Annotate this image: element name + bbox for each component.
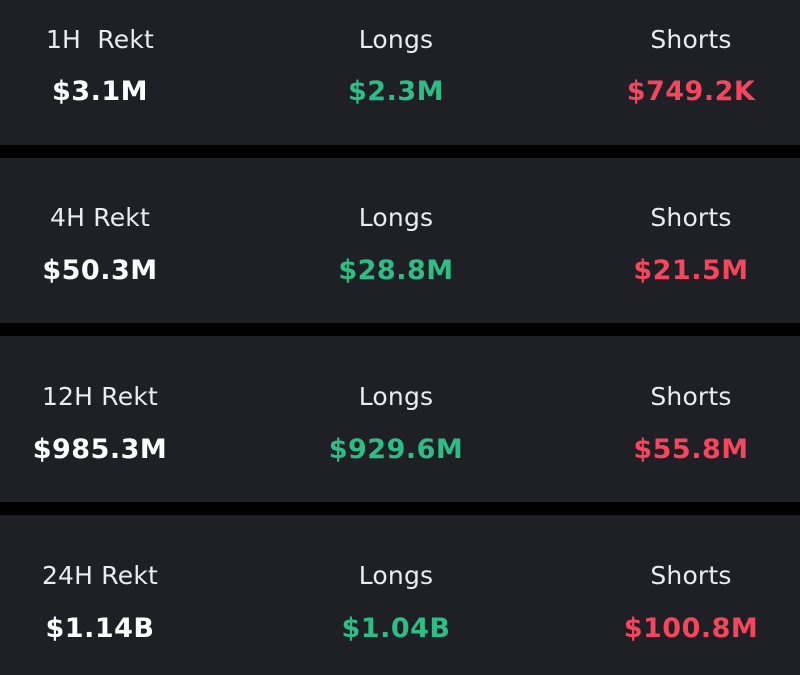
liquidation-panel-1h: 1H Rekt $3.1M Longs $2.3M Shorts $749.2K (0, 0, 800, 145)
liquidation-panel-12h: 12H Rekt $985.3M Longs $929.6M Shorts $5… (0, 336, 800, 502)
period-label: 4H Rekt (50, 203, 150, 232)
shorts-label: Shorts (650, 25, 732, 54)
shorts-value: $749.2K (626, 76, 756, 107)
shorts-value: $55.8M (633, 434, 749, 465)
period-label: 12H Rekt (41, 382, 159, 411)
shorts-value: $100.8M (623, 613, 759, 644)
longs-value: $929.6M (328, 434, 464, 465)
longs-label: Longs (358, 203, 434, 232)
shorts-label: Shorts (650, 203, 732, 232)
shorts-value: $21.5M (633, 255, 749, 286)
longs-label: Longs (358, 25, 434, 54)
liquidation-panel-24h: 24H Rekt $1.14B Longs $1.04B Shorts $100… (0, 515, 800, 675)
shorts-label: Shorts (650, 382, 732, 411)
longs-label: Longs (358, 561, 434, 590)
longs-value: $28.8M (338, 255, 454, 286)
longs-label: Longs (358, 382, 434, 411)
liquidation-panel-4h: 4H Rekt $50.3M Longs $28.8M Shorts $21.5… (0, 158, 800, 323)
total-rekt-value: $50.3M (42, 255, 158, 286)
total-rekt-value: $3.1M (52, 76, 148, 107)
period-label: 24H Rekt (41, 561, 159, 590)
period-label: 1H Rekt (45, 25, 155, 54)
total-rekt-value: $985.3M (32, 434, 168, 465)
shorts-label: Shorts (650, 561, 732, 590)
longs-value: $1.04B (341, 613, 451, 644)
total-rekt-value: $1.14B (45, 613, 155, 644)
longs-value: $2.3M (348, 76, 444, 107)
